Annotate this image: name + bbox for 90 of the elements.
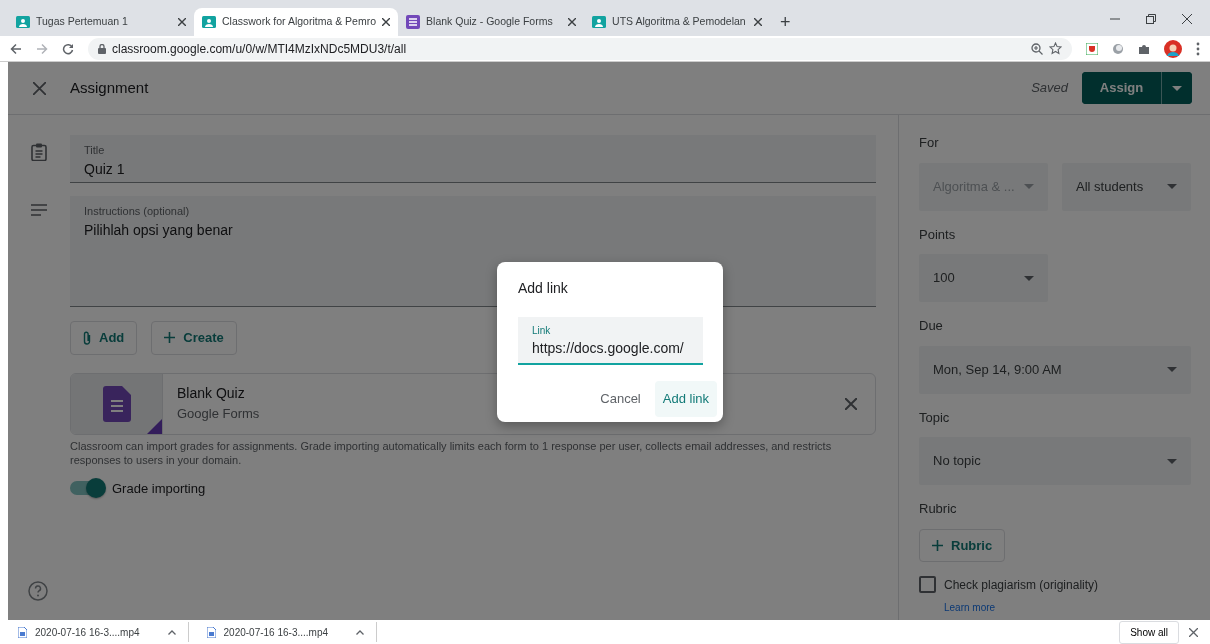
close-icon[interactable]: [568, 18, 577, 26]
tab-title: UTS Algoritma & Pemodelan: [612, 14, 747, 30]
star-icon[interactable]: [1049, 42, 1062, 55]
extension-shield-icon[interactable]: [1086, 42, 1098, 55]
tab-title: Tugas Pertemuan 1: [36, 14, 129, 30]
show-all-button[interactable]: Show all: [1119, 620, 1179, 644]
field-label: Instructions (optional): [84, 204, 191, 219]
file-name: 2020-07-16 16-3....mp4: [223, 625, 329, 640]
avatar-icon[interactable]: [1164, 39, 1182, 58]
dropdown-arrow-icon[interactable]: [1024, 275, 1034, 281]
tab-title: Blank Quiz - Google Forms: [426, 14, 554, 30]
attachment-subtitle: Google Forms: [177, 405, 260, 424]
page-title: Assignment: [70, 77, 150, 98]
zoom-icon[interactable]: [1031, 42, 1043, 55]
forms-icon: [406, 15, 421, 29]
restore-icon[interactable]: [1146, 14, 1156, 24]
back-arrow-icon[interactable]: [10, 42, 22, 55]
info-text: Classroom can import grades for assignments. Grade importing automatically limits each form to 1 response per user, collects email addresses, and restricts responses to users in your domain.: [70, 438, 833, 467]
section-label: Points: [919, 225, 957, 244]
attachment-title: Blank Quiz: [177, 384, 245, 404]
form-document-icon: [102, 385, 131, 422]
dropdown-arrow-icon[interactable]: [1167, 458, 1177, 464]
field-label: Link: [532, 324, 552, 338]
plus-icon: [932, 539, 943, 551]
notes-icon: [31, 204, 47, 216]
classroom-icon: [592, 16, 607, 28]
caret-icon: [1172, 85, 1182, 91]
video-file-icon: [18, 626, 27, 638]
plus-icon: [164, 332, 176, 344]
section-label: Topic: [919, 408, 951, 427]
due-date-select[interactable]: Mon, Sep 14, 9:00 AM: [919, 345, 1191, 394]
select-value: No topic: [933, 452, 981, 471]
browser-tab[interactable]: Classwork for Algoritma & Pemro: [194, 8, 399, 36]
browser-tab[interactable]: Blank Quiz - Google Forms: [398, 8, 585, 36]
browser-tab[interactable]: Tugas Pertemuan 1: [8, 8, 194, 36]
add-button[interactable]: Add: [70, 321, 138, 355]
chevron-up-icon[interactable]: [167, 629, 176, 635]
checkbox-label: Check plagiarism (originality): [944, 577, 1099, 594]
classroom-icon: [16, 16, 30, 28]
address-bar[interactable]: classroom.google.com/u/0/w/MTI4MzIxNDc5MDU3/t/all: [88, 37, 1072, 60]
close-icon[interactable]: [1189, 627, 1198, 637]
learn-more-link[interactable]: Learn more: [944, 602, 996, 613]
more-vert-icon[interactable]: [1196, 41, 1200, 56]
url-text: classroom.google.com/u/0/w/MTI4MzIxNDc5MDU3/t/all: [112, 40, 408, 58]
select-value: 100: [933, 269, 955, 288]
field-label: Title: [84, 143, 106, 158]
save-status: Saved: [1031, 79, 1068, 98]
dropdown-arrow-icon[interactable]: [1167, 367, 1177, 372]
file-name: 2020-07-16 16-3....mp4: [35, 625, 140, 640]
plagiarism-checkbox[interactable]: [919, 576, 936, 593]
section-label: Rubric: [919, 500, 958, 518]
download-item[interactable]: 2020-07-16 16-3....mp4: [188, 622, 378, 642]
grade-importing-switch[interactable]: [70, 481, 104, 496]
video-file-icon: [206, 626, 216, 638]
browser-tab[interactable]: UTS Algoritma & Pemodelan: [584, 8, 771, 36]
section-label: For: [919, 134, 940, 152]
assign-button[interactable]: Assign: [1082, 72, 1162, 104]
create-button[interactable]: Create: [151, 321, 237, 355]
close-icon[interactable]: [178, 18, 186, 26]
section-label: Due: [919, 317, 944, 335]
new-tab-button[interactable]: +: [770, 8, 801, 36]
help-icon[interactable]: [28, 581, 48, 601]
dialog-title: Add link: [518, 279, 569, 298]
switch-label: Grade importing: [112, 479, 206, 498]
chevron-up-icon[interactable]: [356, 629, 365, 635]
students-select[interactable]: All students: [1062, 162, 1191, 211]
reload-icon[interactable]: [62, 42, 74, 55]
title-field[interactable]: Title Quiz 1: [70, 135, 876, 183]
page-fold-icon: [146, 418, 162, 434]
link-field[interactable]: Link https://docs.google.com/: [518, 317, 703, 365]
paperclip-icon: [83, 330, 91, 345]
field-value: https://docs.google.com/: [532, 339, 685, 358]
tab-title: Classwork for Algoritma & Pemro: [222, 14, 377, 30]
clipboard-icon: [31, 143, 47, 161]
extension-circle-icon[interactable]: [1112, 42, 1124, 55]
topic-select[interactable]: No topic: [919, 437, 1191, 485]
points-select[interactable]: 100: [919, 254, 1048, 302]
close-icon[interactable]: [1182, 14, 1192, 24]
field-value: Pilihlah opsi yang benar: [84, 220, 234, 240]
select-value: Mon, Sep 14, 9:00 AM: [933, 360, 1062, 379]
dropdown-arrow-icon[interactable]: [1167, 184, 1177, 189]
add-rubric-button[interactable]: Rubric: [919, 528, 1006, 562]
close-icon[interactable]: [754, 18, 763, 26]
lock-icon: [98, 43, 106, 54]
select-value: All students: [1076, 177, 1144, 196]
download-item[interactable]: 2020-07-16 16-3....mp4: [0, 622, 189, 642]
classroom-icon: [202, 16, 216, 28]
close-icon[interactable]: [382, 18, 391, 26]
field-value: Quiz 1: [84, 159, 126, 179]
add-link-button[interactable]: Add link: [654, 381, 717, 417]
